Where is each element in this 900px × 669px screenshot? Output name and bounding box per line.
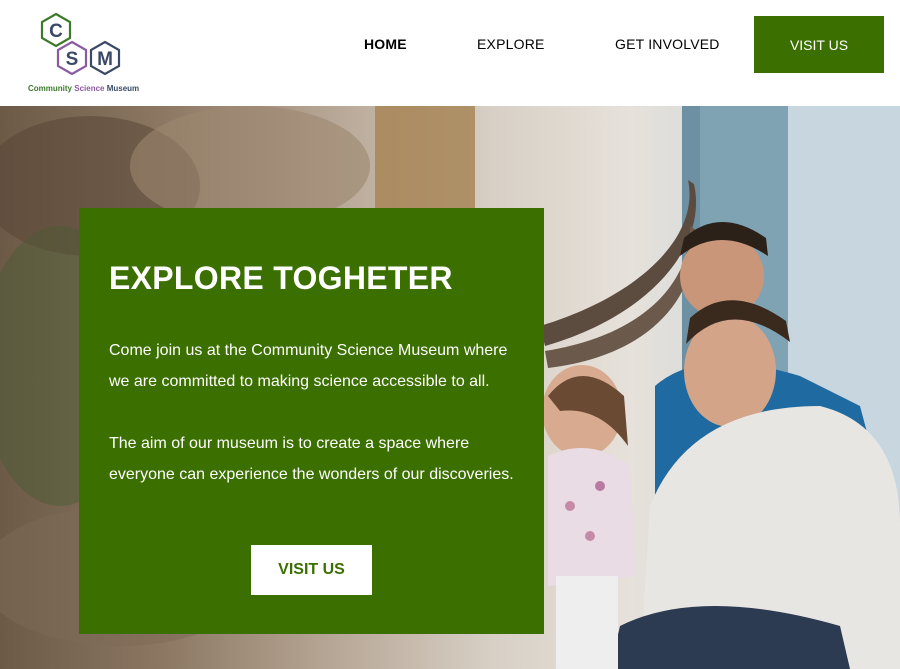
hero-visit-us-button[interactable]: VISIT US [251, 545, 372, 595]
logo-letter-s: S [66, 49, 79, 70]
hero-paragraph-2: The aim of our museum is to create a spa… [109, 435, 514, 483]
site-header: C S M Community Science Museum HOME EXPL… [0, 0, 900, 106]
museum-logo[interactable]: C S M Community Science Museum [24, 8, 144, 100]
hero-section: EXPLORE TOGHETER Come join us at the Com… [0, 106, 900, 669]
logo-letter-m: M [97, 49, 113, 70]
logo-word-museum: Museum [106, 84, 140, 93]
logo-caption: Community Science Museum [28, 84, 148, 93]
hero-card: EXPLORE TOGHETER Come join us at the Com… [79, 208, 544, 634]
hexagon-logo-icon: C S M [40, 12, 121, 76]
logo-word-community: Community [28, 84, 72, 93]
logo-word-science: Science [74, 84, 105, 93]
hero-paragraph-1: Come join us at the Community Science Mu… [109, 342, 508, 390]
hero-title: EXPLORE TOGHETER [109, 260, 453, 296]
nav-explore[interactable]: EXPLORE [477, 36, 545, 52]
logo-letter-c: C [49, 21, 63, 42]
nav-get-involved[interactable]: GET INVOLVED [615, 36, 720, 52]
header-visit-us-button[interactable]: VISIT US [754, 16, 884, 73]
nav-home[interactable]: HOME [364, 36, 407, 52]
